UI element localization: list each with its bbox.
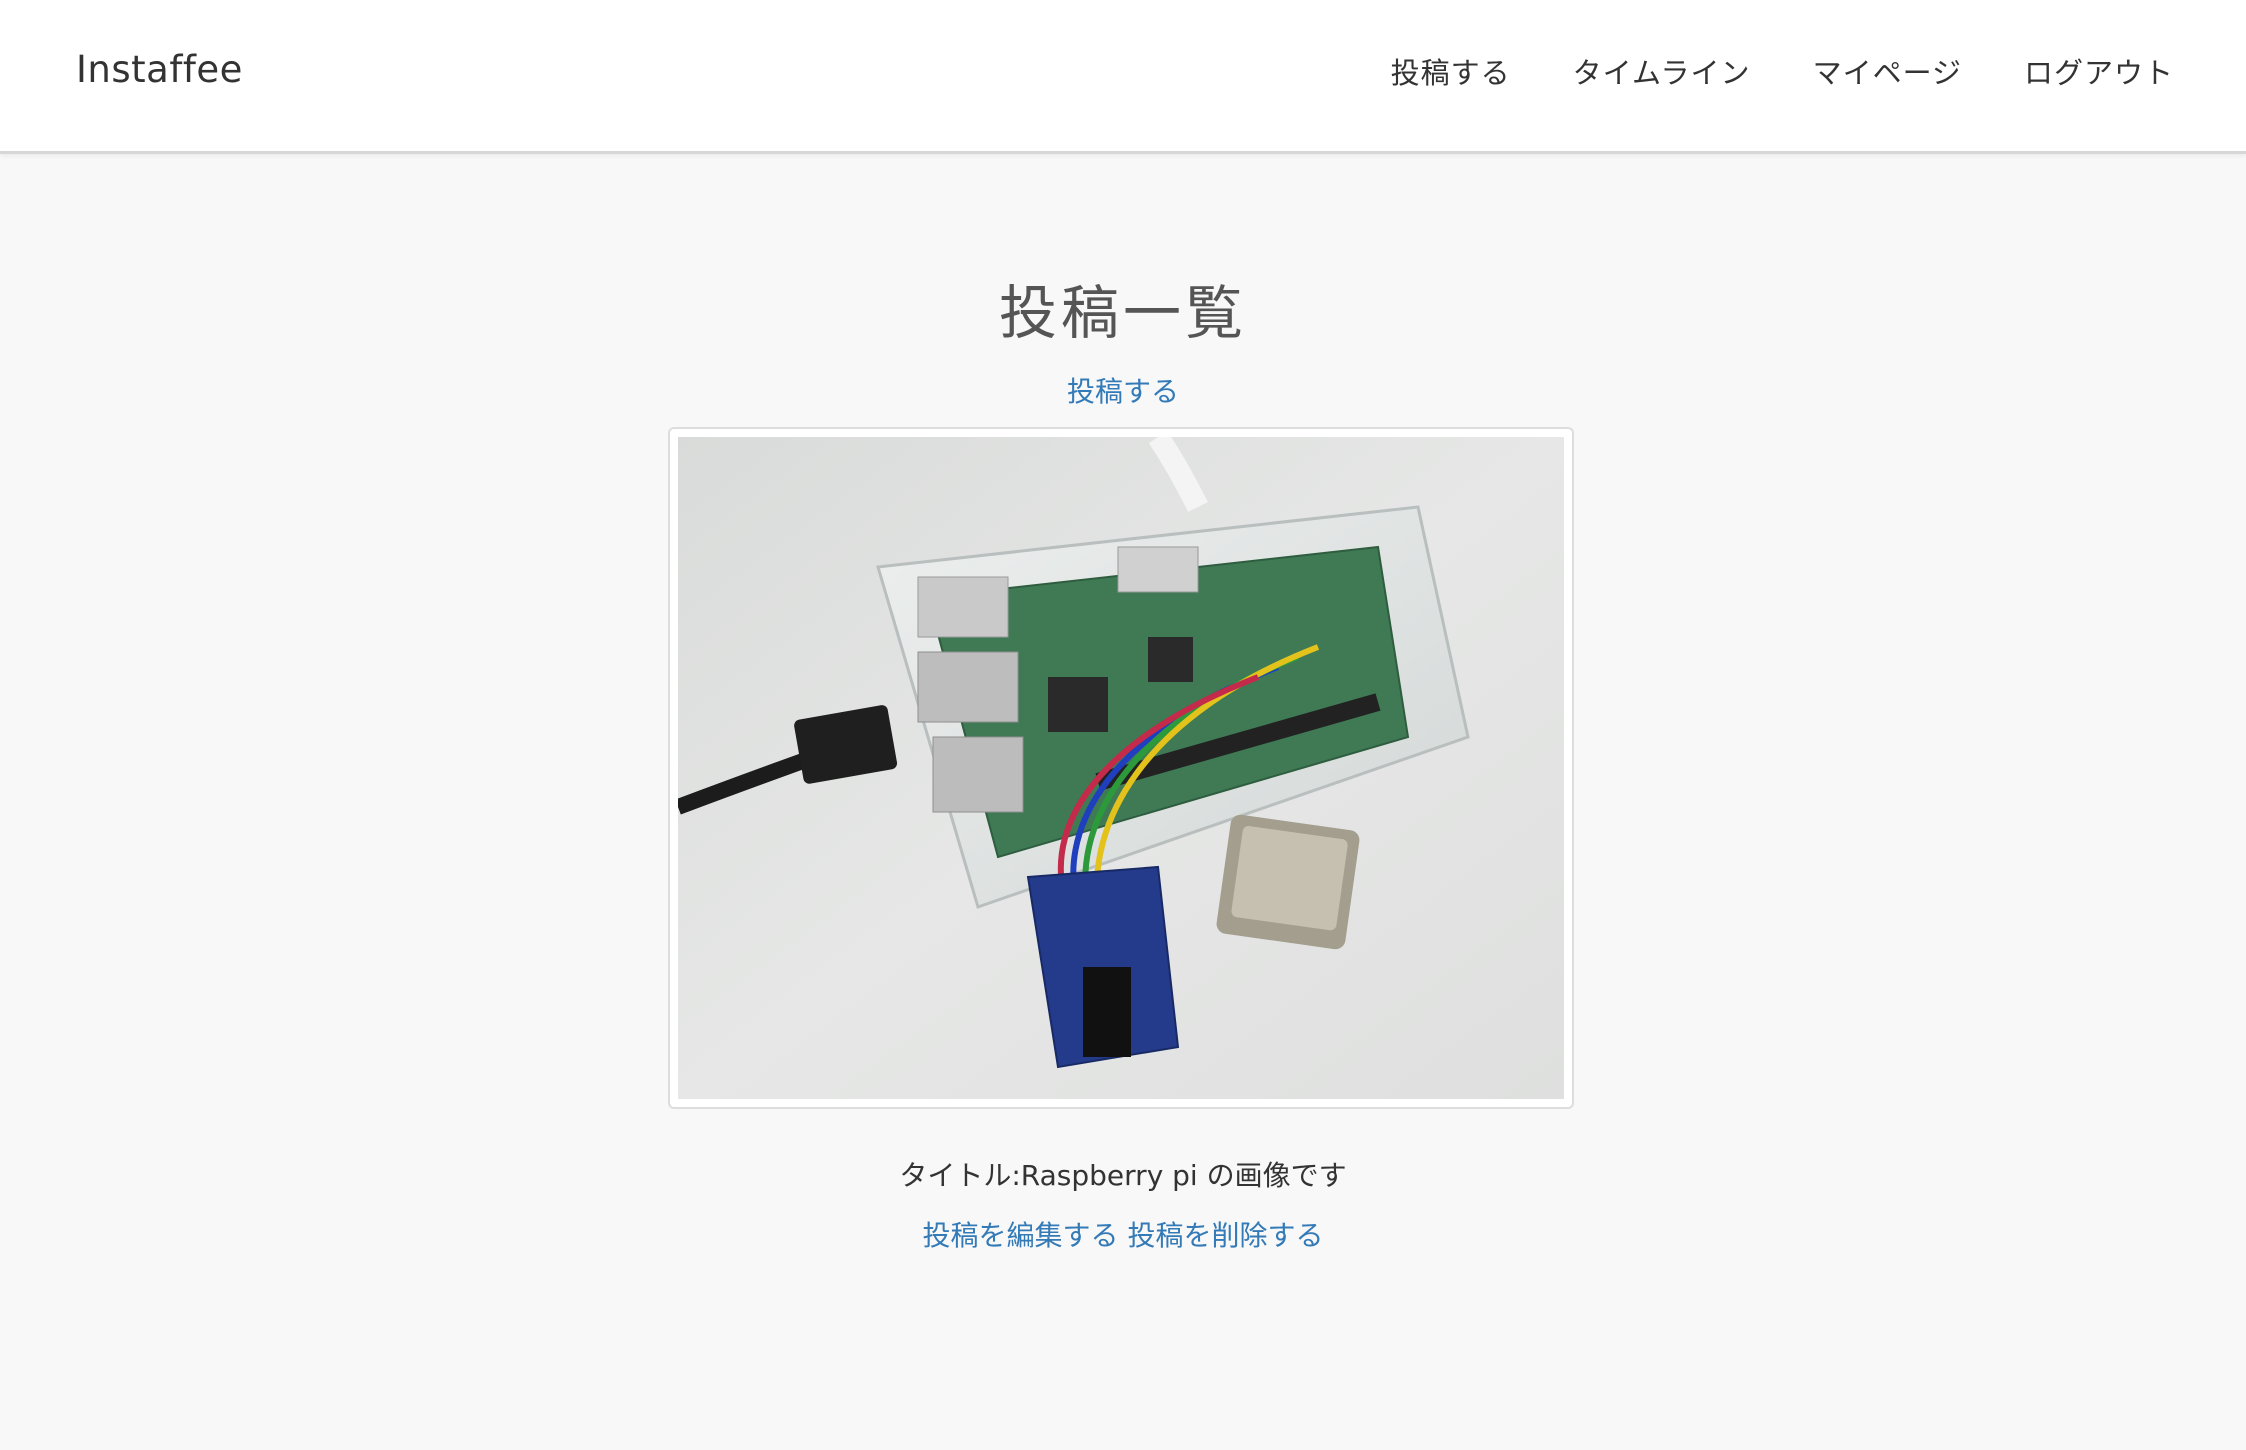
nav-link-post[interactable]: 投稿する	[1391, 56, 1511, 90]
post-image-thumbnail[interactable]	[668, 427, 1574, 1109]
nav-link-logout[interactable]: ログアウト	[2024, 56, 2174, 90]
delete-post-link[interactable]: 投稿を削除する	[1127, 1219, 1323, 1252]
post-actions: 投稿を編集する 投稿を削除する	[0, 1214, 2246, 1254]
nav-item-logout: ログアウト	[2024, 50, 2174, 92]
post-caption: タイトル:Raspberry pi の画像です	[0, 1154, 2246, 1194]
nav-link-timeline[interactable]: タイムライン	[1573, 56, 1751, 90]
post-title-label: タイトル:	[899, 1159, 1021, 1192]
brand-logo-link[interactable]: Instaffee	[76, 48, 243, 91]
top-navbar: Instaffee 投稿する タイムライン マイページ ログアウト	[0, 0, 2246, 154]
post-title-text: Raspberry pi の画像です	[1020, 1159, 1347, 1192]
new-post-link[interactable]: 投稿する	[0, 370, 2246, 410]
nav-link-mypage[interactable]: マイページ	[1813, 56, 1962, 90]
nav-item-mypage: マイページ	[1813, 50, 1962, 92]
post-photo	[678, 437, 1564, 1099]
page-title: 投稿一覧	[998, 279, 1247, 347]
nav-item-post: 投稿する	[1391, 50, 1511, 92]
nav-item-timeline: タイムライン	[1573, 50, 1751, 92]
nav-menu: 投稿する タイムライン マイページ ログアウト	[1391, 50, 2174, 92]
edit-post-link[interactable]: 投稿を編集する	[923, 1219, 1119, 1252]
